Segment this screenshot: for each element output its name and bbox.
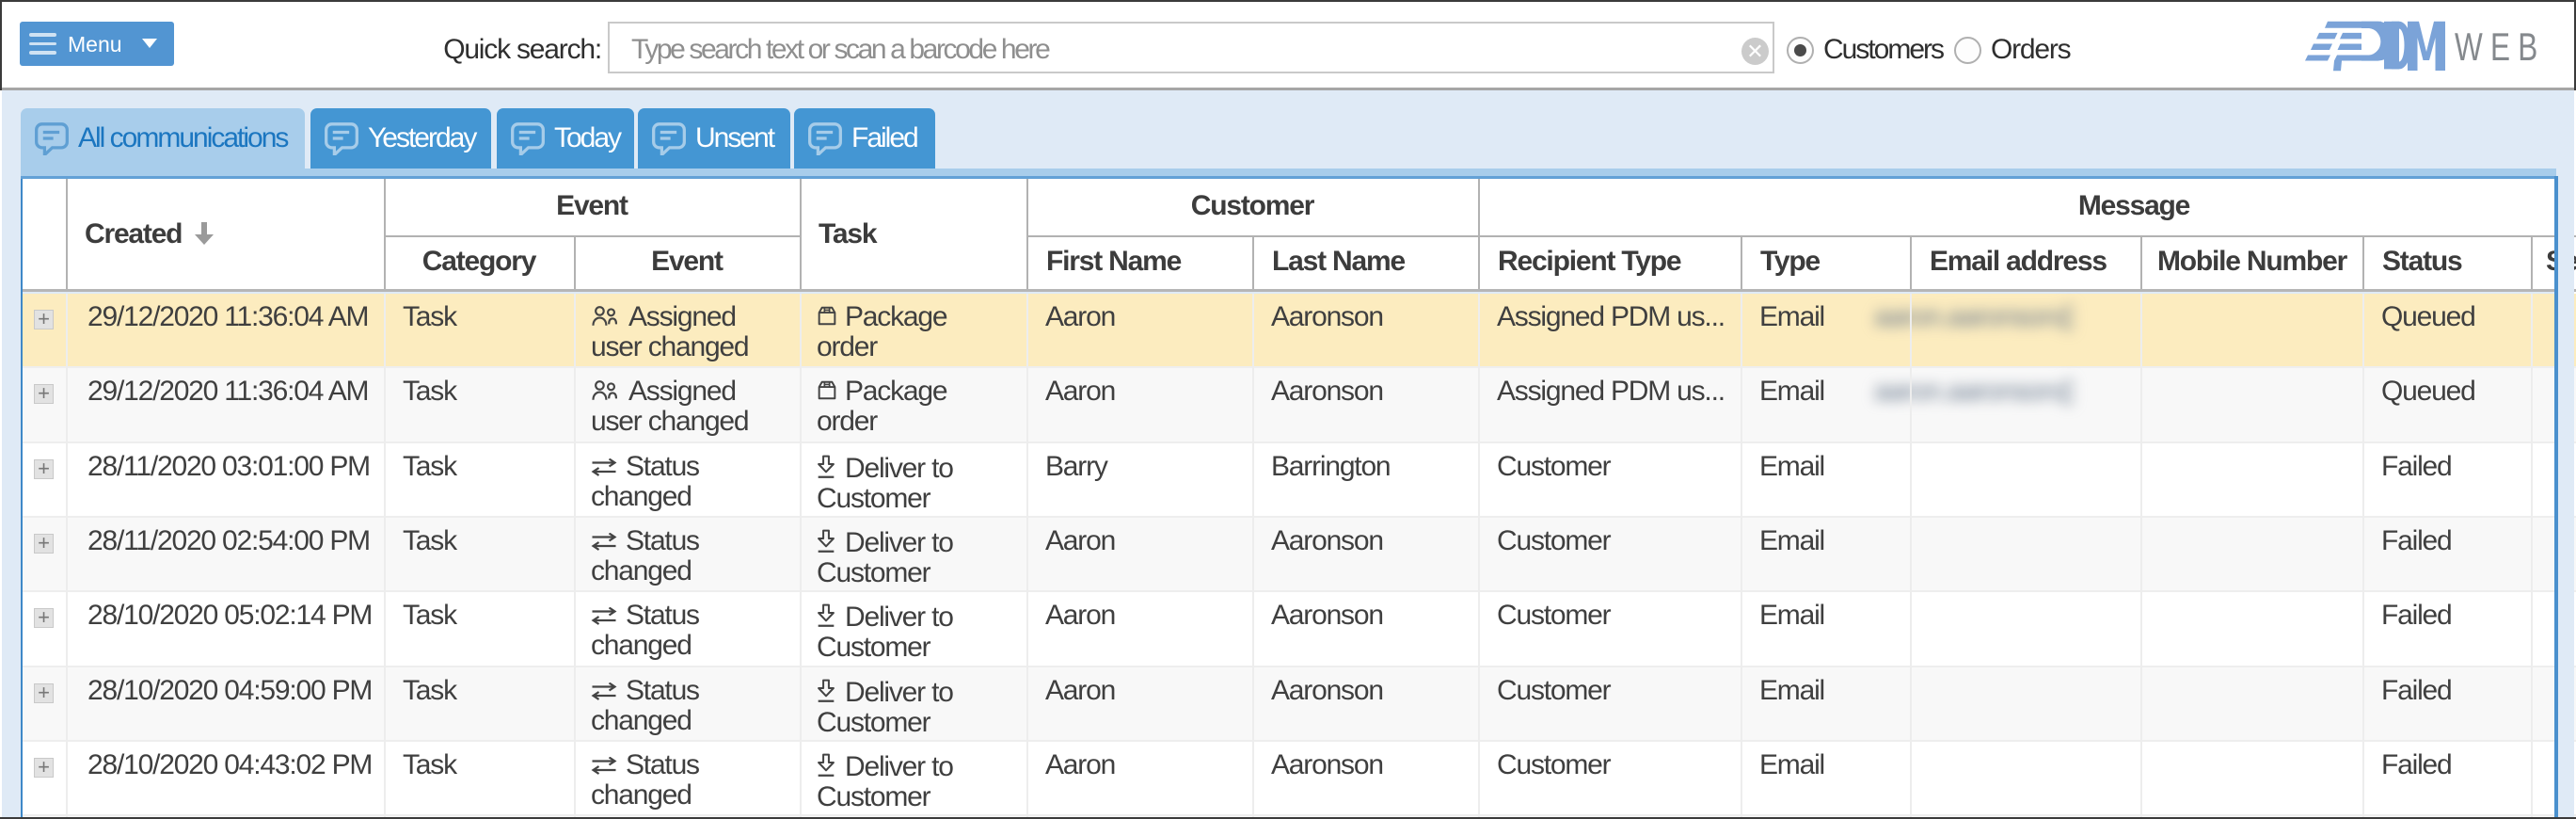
- svg-text:WEB: WEB: [2455, 24, 2545, 70]
